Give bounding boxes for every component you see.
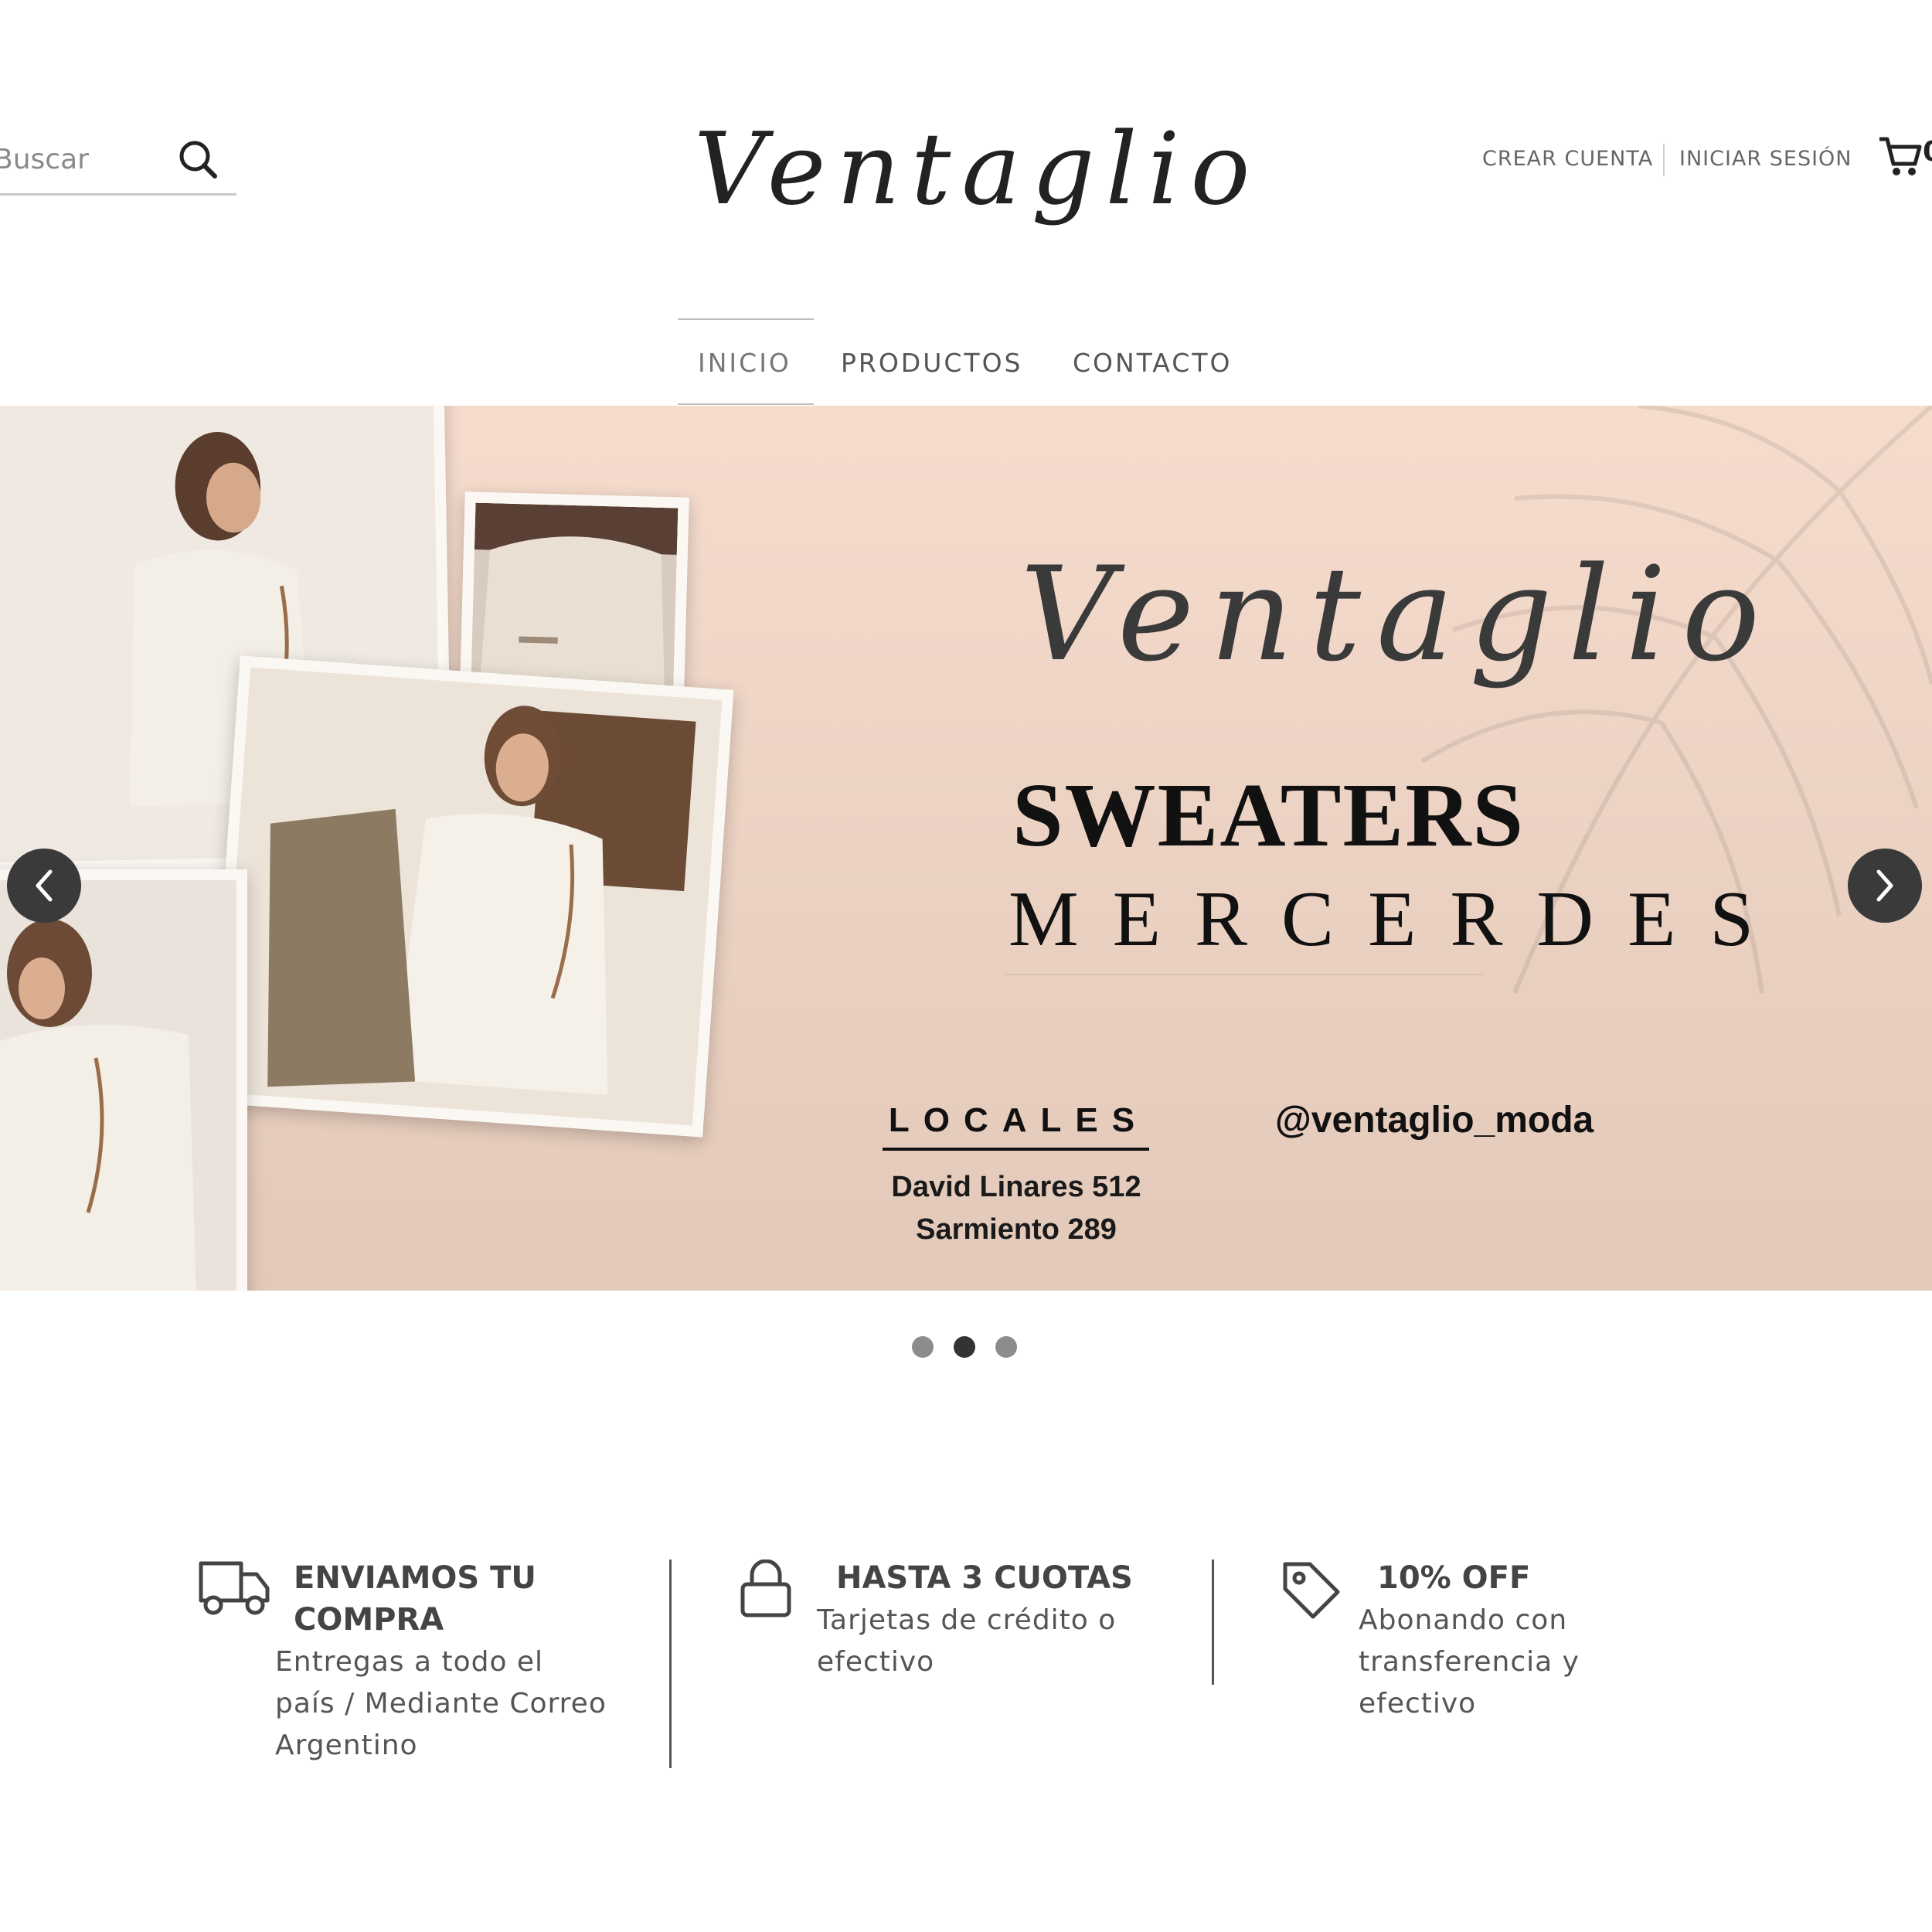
feature-separator-1 — [669, 1560, 672, 1768]
search-underline — [0, 193, 236, 196]
chevron-left-icon — [36, 869, 53, 902]
logo-text: Ventaglio — [694, 112, 1261, 227]
lock-icon — [740, 1560, 791, 1617]
feature-shipping-title-2: COMPRA — [294, 1602, 444, 1638]
locales-underline — [883, 1148, 1149, 1151]
hero-banner[interactable]: Ventaglio SWEATERS MERCERDES LOCALES Dav… — [0, 406, 1932, 1291]
account-separator — [1663, 144, 1665, 176]
cart-count: 0 — [1923, 136, 1932, 168]
feature-shipping-text-2: país / Mediante Correo — [275, 1688, 607, 1719]
nav-item-contacto[interactable]: CONTACTO — [1073, 344, 1232, 383]
address-1: David Linares 512 — [891, 1171, 1141, 1203]
locales-title: LOCALES — [888, 1101, 1149, 1139]
slider-prev-button[interactable] — [7, 849, 81, 923]
feature-separator-2 — [1212, 1560, 1214, 1685]
feature-shipping-text-3: Argentino — [275, 1730, 418, 1761]
search-icon — [179, 141, 217, 179]
nav-item-inicio[interactable]: INICIO — [698, 344, 791, 383]
truck-icon — [199, 1561, 270, 1615]
chevron-right-icon — [1876, 869, 1893, 902]
nav-active-bottom-line — [678, 403, 814, 405]
cart-icon — [1879, 137, 1922, 175]
feature-installments-title: HASTA 3 CUOTAS — [836, 1560, 1133, 1596]
feature-installments-text-2: efectivo — [817, 1646, 935, 1678]
feature-installments-text-1: Tarjetas de crédito o — [817, 1604, 1117, 1636]
slider-next-button[interactable] — [1848, 849, 1922, 923]
tag-icon — [1283, 1562, 1340, 1619]
banner-subheadline: MERCERDES — [1009, 876, 1788, 963]
banner-divider — [1005, 974, 1484, 975]
search-button[interactable] — [172, 136, 226, 182]
instagram-handle: @ventaglio_moda — [1275, 1100, 1594, 1141]
create-account-link[interactable]: CREAR CUENTA — [1482, 142, 1653, 176]
site-logo[interactable]: Ventaglio — [694, 93, 1261, 247]
feature-shipping-title-1: ENVIAMOS TU — [294, 1560, 536, 1596]
feature-discount-text-2: transferencia y — [1359, 1646, 1580, 1678]
feature-shipping-text-1: Entregas a todo el — [275, 1646, 544, 1678]
slider-dot-3[interactable] — [995, 1336, 1017, 1358]
feature-discount-text-1: Abonando con — [1359, 1604, 1568, 1636]
photo-model-side — [0, 869, 247, 1291]
slider-dot-1[interactable] — [912, 1336, 934, 1358]
feature-discount-text-3: efectivo — [1359, 1688, 1477, 1719]
login-link[interactable]: INICIAR SESIÓN — [1679, 142, 1852, 176]
nav-item-productos[interactable]: PRODUCTOS — [841, 344, 1023, 383]
photo-model-front — [209, 655, 734, 1138]
address-2: Sarmiento 289 — [916, 1213, 1117, 1246]
search-input[interactable] — [0, 131, 173, 187]
feature-discount-title: 10% OFF — [1377, 1560, 1531, 1596]
cart-button[interactable]: 0 — [1876, 133, 1932, 179]
banner-headline: SWEATERS — [1012, 764, 1526, 866]
banner-brand: Ventaglio — [1020, 539, 1776, 690]
slider-dot-2[interactable] — [954, 1336, 975, 1358]
nav-active-top-line — [678, 318, 814, 320]
